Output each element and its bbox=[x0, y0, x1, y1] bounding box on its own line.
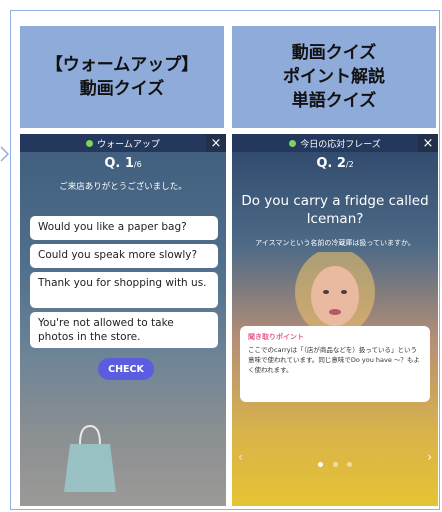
answer-option[interactable]: Thank you for shopping with us. bbox=[30, 272, 218, 308]
question-total: /6 bbox=[133, 160, 142, 169]
screen-topbar: 今日の応対フレーズ bbox=[232, 134, 438, 152]
shopping-bag-icon bbox=[64, 424, 116, 492]
question-translation: アイスマンという名前の冷蔵庫は扱っていますか。 bbox=[255, 239, 415, 247]
topbar-label: 今日の応対フレーズ bbox=[300, 139, 381, 150]
header-quiz-line3: 単語クイズ bbox=[291, 91, 377, 111]
answer-option[interactable]: You're not allowed to take photos in the… bbox=[30, 312, 218, 348]
header-quiz-line2: ポイント解説 bbox=[283, 67, 385, 87]
pager-dot[interactable] bbox=[346, 462, 352, 467]
status-dot-icon bbox=[289, 139, 297, 147]
question-text: Do you carry a fridge called Iceman? bbox=[241, 193, 429, 227]
presenter-image bbox=[295, 252, 375, 332]
header-quiz: 動画クイズ ポイント解説 単語クイズ bbox=[232, 26, 436, 128]
check-button[interactable]: CHECK bbox=[98, 358, 154, 380]
warmup-quiz-screen: ウォームアップ × Q. 1/6 ご来店ありがとうございました。 Would y… bbox=[20, 134, 226, 506]
answer-option[interactable]: Would you like a paper bag? bbox=[30, 216, 218, 240]
status-dot-icon bbox=[86, 139, 94, 147]
pager-dot[interactable] bbox=[318, 462, 324, 467]
phrase-quiz-screen: 今日の応対フレーズ × Q. 2/2 Do you carry a fridge… bbox=[232, 134, 438, 506]
header-warmup-line1: 【ウォームアップ】 bbox=[45, 55, 199, 75]
close-button[interactable]: × bbox=[206, 134, 226, 152]
pager-dot[interactable] bbox=[332, 462, 338, 467]
listening-point-panel: 聞き取りポイント ここでのcarryは「（店が商品などを）扱っている」という意味… bbox=[240, 326, 430, 402]
pager-dots bbox=[232, 452, 438, 471]
question-number: Q. 2/2 bbox=[232, 156, 438, 171]
header-warmup-line2: 動画クイズ bbox=[79, 79, 165, 99]
panel-title: 聞き取りポイント bbox=[248, 333, 304, 341]
question-number-value: Q. 2 bbox=[316, 156, 346, 171]
next-arrow-icon[interactable]: › bbox=[427, 450, 432, 464]
question-prompt: ご来店ありがとうございました。 bbox=[59, 182, 187, 192]
question-number-value: Q. 1 bbox=[104, 156, 134, 171]
close-button[interactable]: × bbox=[418, 134, 438, 152]
screen-topbar: ウォームアップ bbox=[20, 134, 226, 152]
question-total: /2 bbox=[345, 160, 354, 169]
topbar-label: ウォームアップ bbox=[97, 139, 160, 150]
question-number: Q. 1/6 bbox=[20, 156, 226, 171]
panel-body: ここでのcarryは「（店が商品などを）扱っている」という意味で使われています。… bbox=[248, 346, 420, 374]
answer-option[interactable]: Could you speak more slowly? bbox=[30, 244, 218, 268]
header-quiz-line1: 動画クイズ bbox=[291, 43, 377, 63]
chevron-right-icon bbox=[0, 146, 10, 162]
header-warmup: 【ウォームアップ】 動画クイズ bbox=[20, 26, 224, 128]
